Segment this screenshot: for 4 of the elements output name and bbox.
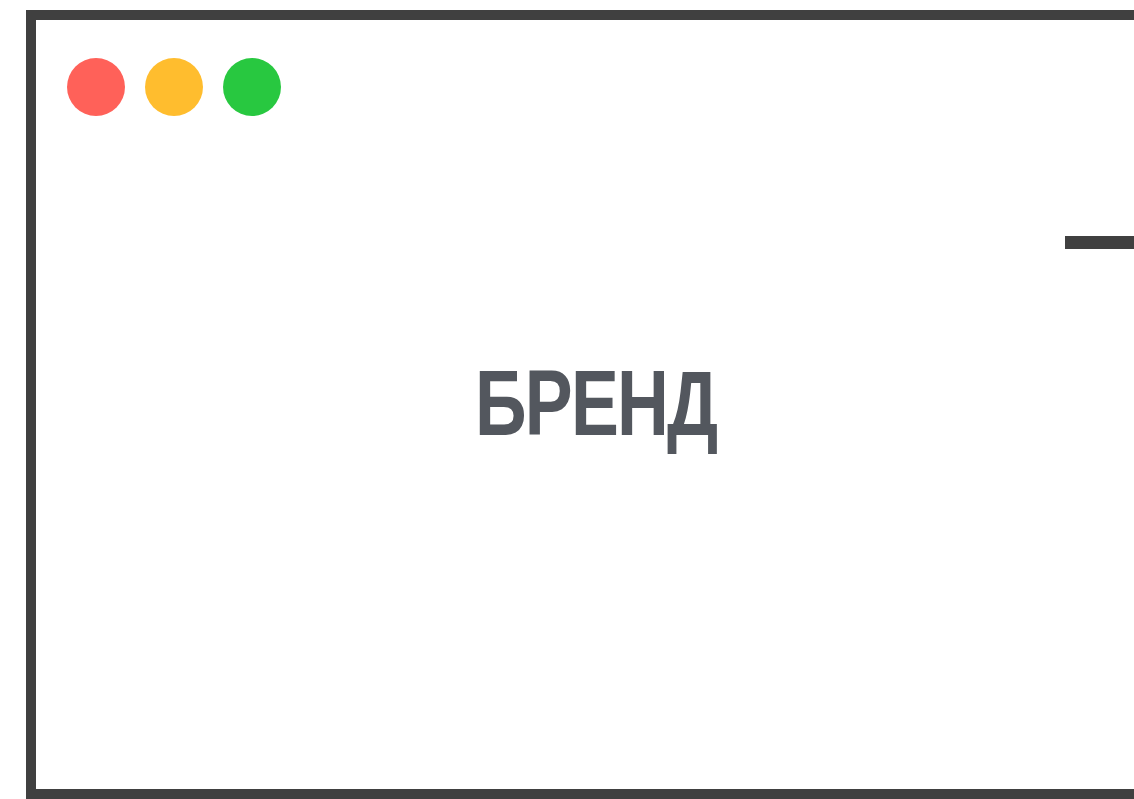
window-control-button[interactable] [145, 58, 203, 116]
window-control-button[interactable] [223, 58, 281, 116]
window-control-button[interactable] [67, 58, 125, 116]
brand-title: БРЕНД [475, 350, 717, 456]
